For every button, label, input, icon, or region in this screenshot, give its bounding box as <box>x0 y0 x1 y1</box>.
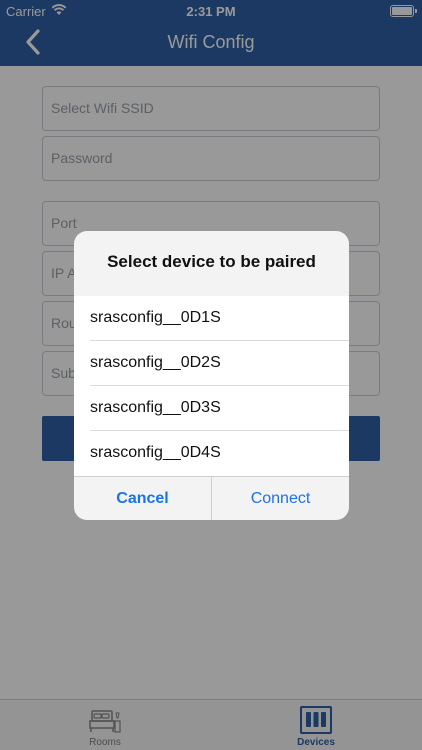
wifi-config-screen: Carrier 2:31 PM Wifi Config Select Wifi … <box>0 0 422 750</box>
cancel-button[interactable]: Cancel <box>74 477 211 520</box>
device-name: srasconfig__0D2S <box>90 354 221 371</box>
connect-button[interactable]: Connect <box>212 477 349 520</box>
device-name: srasconfig__0D1S <box>90 309 221 326</box>
device-pairing-alert: Select device to be paired srasconfig__0… <box>74 231 349 520</box>
device-name: srasconfig__0D4S <box>90 444 221 461</box>
device-list-item[interactable]: srasconfig__0D1S <box>74 296 349 341</box>
device-list-item[interactable]: srasconfig__0D2S <box>74 341 349 386</box>
alert-title: Select device to be paired <box>107 252 316 271</box>
alert-actions: Cancel Connect <box>74 476 349 520</box>
device-name: srasconfig__0D3S <box>90 399 221 416</box>
device-list: srasconfig__0D1S srasconfig__0D2S srasco… <box>74 296 349 476</box>
device-list-item[interactable]: srasconfig__0D4S <box>74 431 349 476</box>
device-list-item[interactable]: srasconfig__0D3S <box>74 386 349 431</box>
